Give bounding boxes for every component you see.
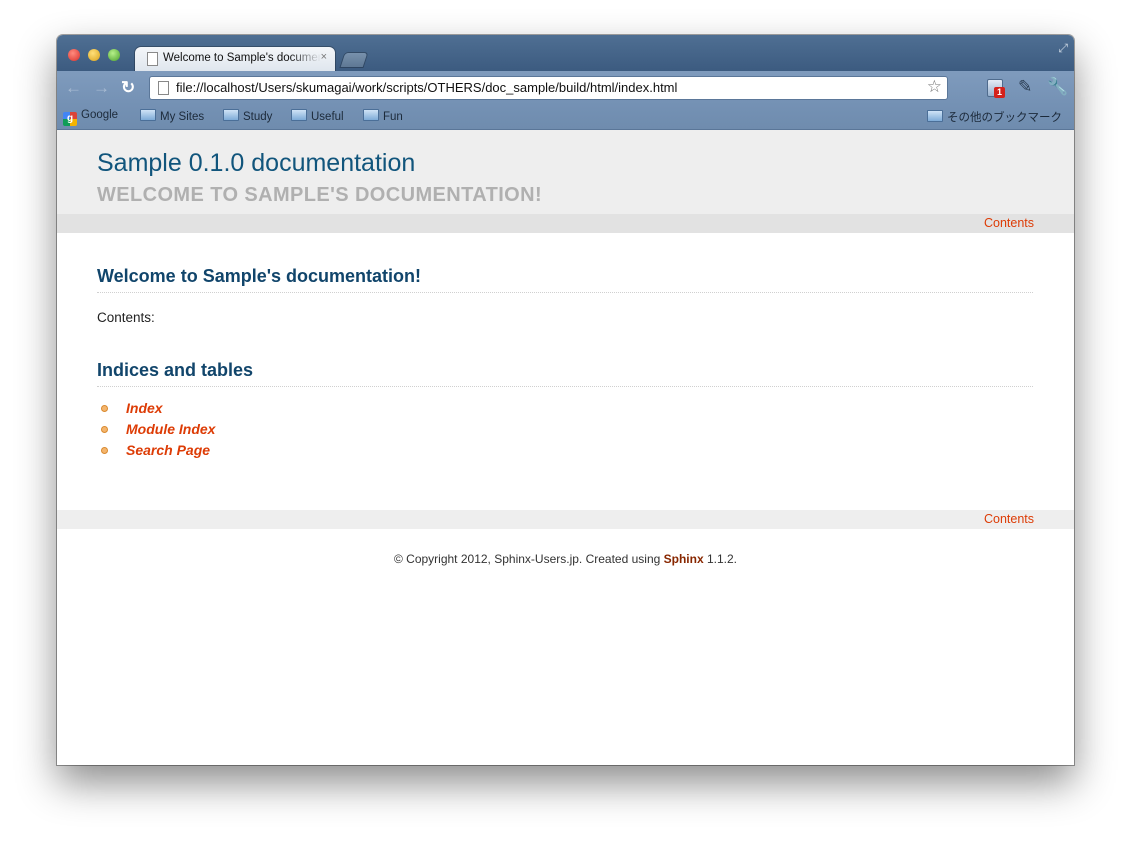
indices-list: Index Module Index Search Page: [97, 400, 215, 463]
index-link[interactable]: Index: [126, 400, 163, 416]
folder-icon: [140, 109, 156, 121]
contents-label: Contents:: [97, 310, 155, 325]
folder-icon: [291, 109, 307, 121]
folder-icon: [927, 110, 943, 122]
back-button[interactable]: ←: [65, 78, 82, 98]
reload-button[interactable]: ↻: [121, 78, 135, 98]
copyright-text: © Copyright 2012, Sphinx-Users.jp. Creat…: [393, 552, 664, 566]
bookmark-folder-other[interactable]: その他のブックマーク: [927, 109, 1062, 125]
new-tab-button[interactable]: [340, 53, 368, 67]
minimize-window-button[interactable]: [88, 49, 100, 61]
bookmark-label: My Sites: [160, 111, 205, 123]
bookmark-label: Google: [81, 109, 119, 121]
page-icon: [158, 81, 169, 95]
page-content: Sample 0.1.0 documentation WELCOME TO SA…: [57, 130, 1074, 765]
doc-header: Sample 0.1.0 documentation WELCOME TO SA…: [57, 130, 1074, 214]
tab-strip: Welcome to Sample's documentation! × ⤢: [57, 35, 1074, 71]
bookmark-label: その他のブックマーク: [947, 112, 1062, 124]
related-bar-top: Contents: [57, 214, 1074, 233]
list-item: Index: [97, 400, 215, 421]
bullet-icon: [101, 405, 108, 412]
bookmark-star-icon[interactable]: ☆: [927, 77, 942, 97]
folder-icon: [363, 109, 379, 121]
bookmark-label: Useful: [311, 111, 344, 123]
bookmark-label: Study: [243, 111, 273, 123]
tab-title: Welcome to Sample's documentation!: [163, 52, 321, 64]
bookmark-folder-my-sites[interactable]: My Sites: [140, 109, 204, 125]
search-page-link[interactable]: Search Page: [126, 442, 210, 458]
bookmarks-bar: g Google My Sites Study Useful Fun その他のブッ…: [57, 105, 1074, 130]
fullscreen-icon[interactable]: ⤢: [1058, 41, 1068, 56]
footer: © Copyright 2012, Sphinx-Users.jp. Creat…: [57, 552, 1074, 566]
bookmark-folder-useful[interactable]: Useful: [291, 109, 344, 125]
version-text: 1.1.2.: [703, 552, 738, 566]
related-bar-bottom: Contents: [57, 510, 1074, 529]
section-heading-indices: Indices and tables: [97, 360, 1033, 387]
pen-icon: ✎: [1018, 77, 1033, 96]
folder-icon: [223, 109, 239, 121]
pen-extension-icon[interactable]: ✎: [1018, 77, 1036, 97]
list-item: Search Page: [97, 442, 215, 463]
bookmark-folder-fun[interactable]: Fun: [363, 109, 403, 125]
page-heading: Welcome to Sample's documentation!: [97, 266, 1033, 293]
forward-button[interactable]: →: [93, 78, 110, 98]
wrench-menu-button[interactable]: 🔧: [1047, 77, 1069, 97]
url-text[interactable]: file://localhost/Users/skumagai/work/scr…: [176, 80, 677, 95]
close-window-button[interactable]: [68, 49, 80, 61]
tab-close-icon[interactable]: ×: [321, 51, 327, 63]
notification-badge: 1: [994, 87, 1005, 98]
site-subtitle: WELCOME TO SAMPLE'S DOCUMENTATION!: [97, 184, 543, 206]
bullet-icon: [101, 447, 108, 454]
site-title[interactable]: Sample 0.1.0 documentation: [97, 149, 415, 178]
list-item: Module Index: [97, 421, 215, 442]
page-icon: [147, 52, 158, 66]
active-tab[interactable]: Welcome to Sample's documentation! ×: [135, 47, 335, 71]
bookmark-folder-study[interactable]: Study: [223, 109, 272, 125]
bookmark-google[interactable]: g Google: [63, 109, 119, 126]
browser-window: Welcome to Sample's documentation! × ⤢ ←…: [57, 35, 1074, 765]
sphinx-link[interactable]: Sphinx: [664, 552, 704, 566]
bullet-icon: [101, 426, 108, 433]
wrench-icon: 🔧: [1047, 77, 1069, 96]
browser-toolbar: ← → ↻ file://localhost/Users/skumagai/wo…: [57, 71, 1074, 105]
google-icon: g: [63, 112, 77, 126]
contents-link-bottom[interactable]: Contents: [984, 512, 1034, 526]
address-bar[interactable]: file://localhost/Users/skumagai/work/scr…: [149, 76, 948, 100]
bookmark-label: Fun: [383, 111, 403, 123]
contents-link-top[interactable]: Contents: [984, 216, 1034, 230]
zoom-window-button[interactable]: [108, 49, 120, 61]
extension-icon[interactable]: 1: [985, 77, 1005, 98]
module-index-link[interactable]: Module Index: [126, 421, 215, 437]
